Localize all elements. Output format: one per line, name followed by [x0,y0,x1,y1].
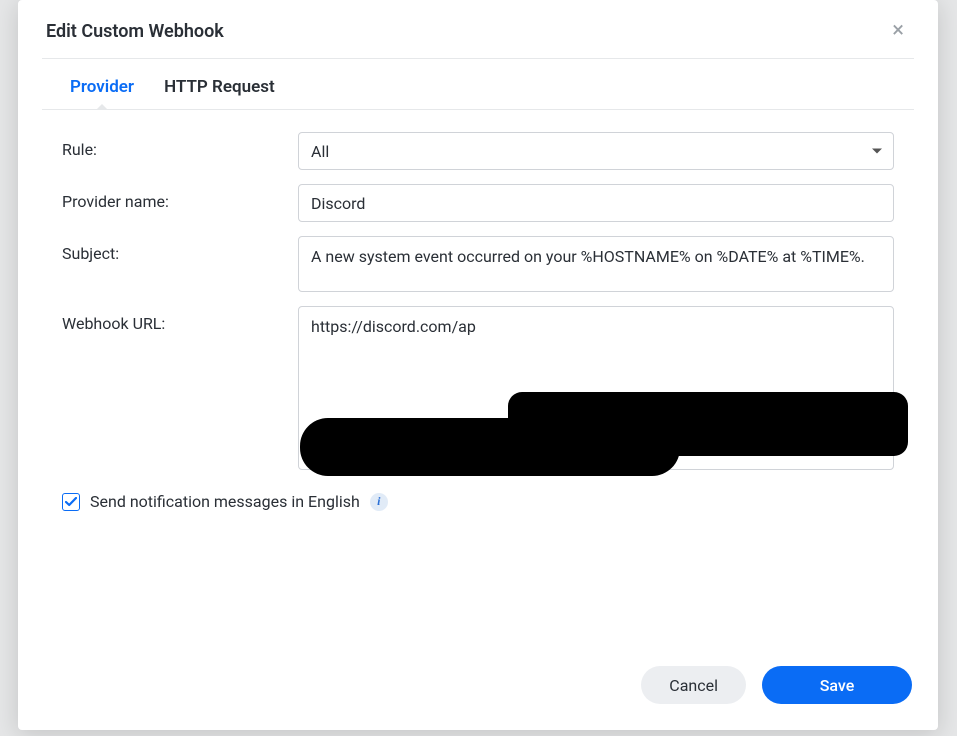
form-area: Rule: All Provider name: Subject: A new … [18,110,938,650]
webhook-url-input[interactable]: https://discord.com/ap [298,306,894,470]
provider-name-control [298,184,894,222]
label-rule: Rule: [62,132,298,159]
label-webhook-url: Webhook URL: [62,306,298,333]
english-notifications-checkbox[interactable] [62,493,80,511]
edit-webhook-modal: Edit Custom Webhook × Provider HTTP Requ… [18,0,938,730]
rule-select-value: All [311,142,329,161]
cancel-button[interactable]: Cancel [641,666,746,704]
provider-name-input[interactable] [298,184,894,222]
modal-title: Edit Custom Webhook [46,21,224,42]
row-webhook-url: Webhook URL: https://discord.com/ap [62,306,894,470]
tab-provider[interactable]: Provider [70,77,134,109]
row-rule: Rule: All [62,132,894,170]
row-english-notifications: Send notification messages in English i [62,492,894,511]
check-icon [65,497,77,507]
tab-bar: Provider HTTP Request [42,59,914,110]
close-icon[interactable]: × [886,18,910,44]
webhook-url-control: https://discord.com/ap [298,306,894,470]
row-subject: Subject: A new system event occurred on … [62,236,894,292]
rule-select-wrap: All [298,132,894,170]
subject-input[interactable]: A new system event occurred on your %HOS… [298,236,894,292]
english-notifications-label: Send notification messages in English [90,492,360,511]
subject-control: A new system event occurred on your %HOS… [298,236,894,292]
rule-select[interactable]: All [298,132,894,170]
tab-http-request[interactable]: HTTP Request [164,77,275,109]
modal-footer: Cancel Save [18,650,938,730]
info-icon[interactable]: i [370,493,388,511]
save-button[interactable]: Save [762,666,912,704]
label-provider-name: Provider name: [62,184,298,211]
row-provider-name: Provider name: [62,184,894,222]
label-subject: Subject: [62,236,298,263]
modal-header: Edit Custom Webhook × [18,0,938,58]
